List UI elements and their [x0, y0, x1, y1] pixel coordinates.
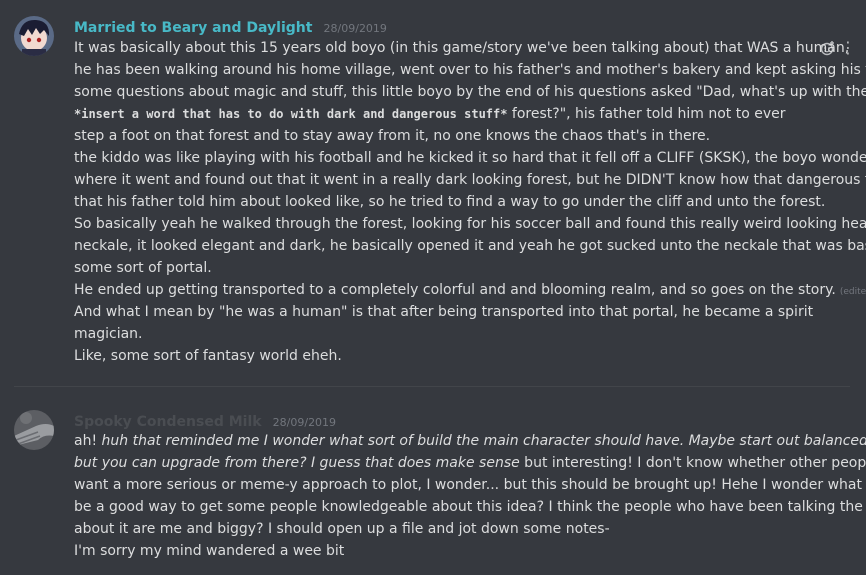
message-text: forest?", his father told him not to eve… — [507, 106, 786, 122]
message-line: want a more serious or meme-y approach t… — [74, 477, 866, 493]
message-line: I'm sorry my mind wandered a wee bit — [74, 543, 345, 559]
message-divider — [14, 386, 850, 387]
author-name[interactable]: Married to Beary and Daylight — [74, 20, 312, 36]
message-text: ah! — [74, 433, 102, 449]
message-line: he has been walking around his home vill… — [74, 62, 866, 78]
hand-avatar-icon[interactable] — [14, 410, 54, 450]
message-line: It was basically about this 15 years old… — [74, 40, 850, 56]
italic-text: but you can upgrade from there? I guess … — [74, 455, 520, 471]
message-line: step a foot on that forest and to stay a… — [74, 128, 711, 144]
message-line: be a good way to get some people knowled… — [74, 499, 866, 515]
message-line: magician. — [74, 326, 143, 342]
message-line: the kiddo was like playing with his foot… — [74, 150, 866, 166]
message-line: He ended up getting transported to a com… — [74, 279, 866, 301]
timestamp: 28/09/2019 — [272, 416, 337, 429]
message-line: about it are me and biggy? I should open… — [74, 521, 610, 537]
message-line: Like, some sort of fantasy world eheh. — [74, 348, 342, 364]
author-name[interactable]: Spooky Condensed Milk — [74, 414, 262, 430]
italic-text: huh that reminded me I wonder what sort … — [101, 433, 866, 449]
message-line: neckale, it looked elegant and dark, he … — [74, 238, 866, 254]
inline-code: *insert a word that has to do with dark … — [74, 107, 508, 121]
timestamp: 28/09/2019 — [323, 22, 387, 35]
message-line: *insert a word that has to do with dark … — [74, 103, 864, 125]
message-line: some questions about magic and stuff, th… — [74, 84, 866, 100]
message-line: where it went and found out that it went… — [74, 172, 866, 188]
message-line: ah! huh that reminded me I wonder what s… — [74, 430, 866, 452]
message-line: some sort of portal. — [74, 260, 212, 276]
message-line: that his father told him about looked li… — [74, 194, 826, 210]
message-text: but interesting! I don't know whether ot… — [519, 455, 866, 471]
anime-character-avatar-icon[interactable] — [14, 16, 54, 56]
message-line: And what I mean by "he was a human" is t… — [74, 304, 814, 320]
message-line: So basically yeah he walked through the … — [74, 216, 866, 232]
message-line: but you can upgrade from there? I guess … — [74, 452, 866, 474]
edited-tag: (edited) — [839, 287, 866, 297]
message-text: He ended up getting transported to a com… — [74, 282, 836, 298]
